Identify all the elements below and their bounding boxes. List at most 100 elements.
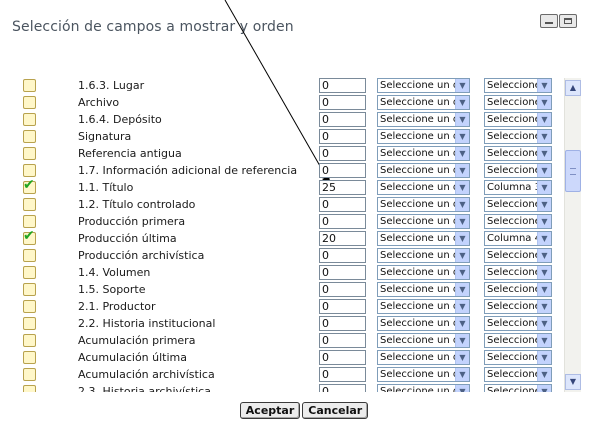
order-input[interactable]: 0 [319,299,366,314]
order-select[interactable]: Seleccione un orc ▼ [377,112,470,127]
column-select[interactable]: Columna 4 ▼ [484,231,552,246]
field-checkbox[interactable] [23,228,36,245]
column-select[interactable]: Seleccione ▼ [484,350,552,365]
scroll-up-icon[interactable]: ▲ [565,80,581,96]
order-select[interactable]: Seleccione un orc ▼ [377,129,470,144]
order-select[interactable]: Seleccione un orc ▼ [377,214,470,229]
column-select[interactable]: Seleccione ▼ [484,265,552,280]
column-select[interactable]: Seleccione ▼ [484,78,552,93]
chevron-down-icon[interactable]: ▼ [455,198,469,211]
order-input[interactable]: 0 [319,95,366,110]
chevron-down-icon[interactable]: ▼ [537,79,551,92]
chevron-down-icon[interactable]: ▼ [455,368,469,381]
order-select[interactable]: Seleccione un orc ▼ [377,316,470,331]
order-input[interactable]: 0 [319,316,366,331]
order-input[interactable]: 0 [319,214,366,229]
order-select[interactable]: Seleccione un orc ▼ [377,180,470,195]
order-input[interactable]: 20 [319,231,366,246]
chevron-down-icon[interactable]: ▼ [537,249,551,262]
order-select[interactable]: Seleccione un orc ▼ [377,282,470,297]
field-checkbox[interactable] [23,198,36,211]
order-select[interactable]: Seleccione un orc ▼ [377,231,470,246]
chevron-down-icon[interactable]: ▼ [455,79,469,92]
chevron-down-icon[interactable]: ▼ [537,164,551,177]
order-input[interactable]: 0 [319,367,366,382]
field-checkbox[interactable] [23,113,36,126]
order-input[interactable]: 0 [319,384,366,392]
chevron-down-icon[interactable]: ▼ [537,198,551,211]
field-checkbox[interactable] [23,79,36,92]
chevron-down-icon[interactable]: ▼ [455,266,469,279]
column-select[interactable]: Seleccione ▼ [484,214,552,229]
order-select[interactable]: Seleccione un orc ▼ [377,95,470,110]
minimize-icon[interactable] [540,14,558,28]
field-checkbox[interactable] [23,147,36,160]
chevron-down-icon[interactable]: ▼ [455,385,469,392]
order-select[interactable]: Seleccione un orc ▼ [377,265,470,280]
chevron-down-icon[interactable]: ▼ [537,215,551,228]
chevron-down-icon[interactable]: ▼ [537,334,551,347]
order-select[interactable]: Seleccione un orc ▼ [377,299,470,314]
chevron-down-icon[interactable]: ▼ [455,96,469,109]
field-checkbox[interactable] [23,317,36,330]
order-input[interactable]: 0 [319,78,366,93]
column-select[interactable]: Seleccione ▼ [484,129,552,144]
chevron-down-icon[interactable]: ▼ [537,181,551,194]
column-select[interactable]: Seleccione ▼ [484,333,552,348]
chevron-down-icon[interactable]: ▼ [455,113,469,126]
chevron-down-icon[interactable]: ▼ [455,283,469,296]
field-checkbox[interactable] [23,334,36,347]
chevron-down-icon[interactable]: ▼ [537,317,551,330]
order-input[interactable]: 25 [319,180,366,195]
chevron-down-icon[interactable]: ▼ [455,215,469,228]
chevron-down-icon[interactable]: ▼ [455,147,469,160]
chevron-down-icon[interactable]: ▼ [537,130,551,143]
field-checkbox[interactable] [23,130,36,143]
order-select[interactable]: Seleccione un orc ▼ [377,350,470,365]
chevron-down-icon[interactable]: ▼ [455,300,469,313]
order-select[interactable]: Seleccione un orc ▼ [377,197,470,212]
order-input[interactable]: 0 [319,146,366,161]
order-select[interactable]: Seleccione un orc ▼ [377,367,470,382]
column-select[interactable]: Seleccione ▼ [484,316,552,331]
chevron-down-icon[interactable]: ▼ [537,283,551,296]
column-select[interactable]: Seleccione ▼ [484,248,552,263]
field-checkbox[interactable] [23,368,36,381]
column-select[interactable]: Seleccione ▼ [484,112,552,127]
order-select[interactable]: Seleccione un orc ▼ [377,163,470,178]
scroll-down-icon[interactable]: ▼ [565,374,581,390]
chevron-down-icon[interactable]: ▼ [537,351,551,364]
order-input[interactable]: 0 [319,333,366,348]
column-select[interactable]: Seleccione ▼ [484,299,552,314]
order-input[interactable]: 0 [319,265,366,280]
column-select[interactable]: Seleccione ▼ [484,163,552,178]
chevron-down-icon[interactable]: ▼ [455,164,469,177]
column-select[interactable]: Columna 3 ▼ [484,180,552,195]
chevron-down-icon[interactable]: ▼ [455,130,469,143]
chevron-down-icon[interactable]: ▼ [537,385,551,392]
order-input[interactable]: 0 [319,129,366,144]
order-input[interactable]: 0 [319,282,366,297]
order-input[interactable]: 0 [319,350,366,365]
order-input[interactable]: 0 [319,248,366,263]
field-checkbox[interactable] [23,96,36,109]
order-select[interactable]: Seleccione un orc ▼ [377,384,470,392]
order-select[interactable]: Seleccione un orc ▼ [377,333,470,348]
chevron-down-icon[interactable]: ▼ [537,300,551,313]
chevron-down-icon[interactable]: ▼ [537,96,551,109]
maximize-icon[interactable] [559,14,577,28]
order-input[interactable]: 0 [319,197,366,212]
chevron-down-icon[interactable]: ▼ [455,232,469,245]
column-select[interactable]: Seleccione ▼ [484,146,552,161]
cancel-button[interactable]: Cancelar [302,402,369,419]
order-select[interactable]: Seleccione un orc ▼ [377,248,470,263]
order-select[interactable]: Seleccione un orc ▼ [377,146,470,161]
field-checkbox[interactable] [23,164,36,177]
chevron-down-icon[interactable]: ▼ [455,351,469,364]
column-select[interactable]: Seleccione ▼ [484,384,552,392]
field-checkbox[interactable] [23,177,36,194]
field-checkbox[interactable] [23,249,36,262]
chevron-down-icon[interactable]: ▼ [537,113,551,126]
order-select[interactable]: Seleccione un orc ▼ [377,78,470,93]
chevron-down-icon[interactable]: ▼ [455,181,469,194]
